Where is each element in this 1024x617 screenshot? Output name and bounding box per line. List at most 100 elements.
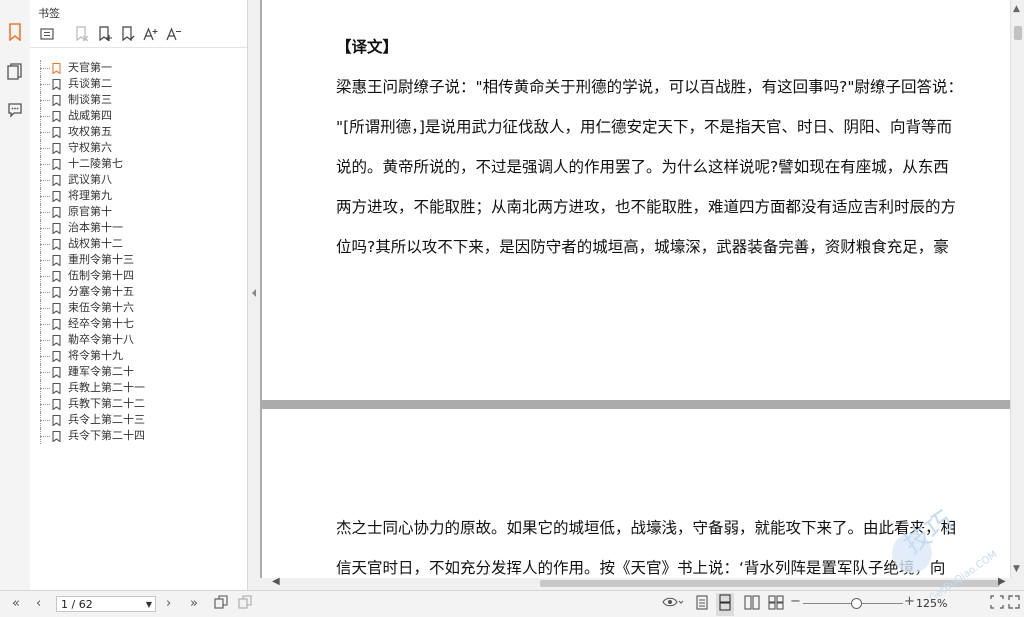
horizontal-scrollbar[interactable]: ◀ ▶ [260,576,1024,590]
bookmark-item[interactable]: 守权第六 [38,140,243,156]
next-page-icon[interactable]: › [166,596,171,611]
bookmark-label: 原官第十 [68,205,112,218]
tree-connector [40,68,50,69]
bookmark-label: 伍制令第十四 [68,269,134,282]
bookmark-item[interactable]: 兵教下第二十二 [38,396,243,412]
bookmark-item[interactable]: 束伍令第十六 [38,300,243,316]
tree-connector [40,308,50,309]
continuous-page-icon[interactable] [716,593,734,616]
bookmark-item[interactable]: 重刑令第十三 [38,252,243,268]
first-page-icon[interactable]: « [12,596,20,611]
scroll-up-icon[interactable]: ▲ [1013,4,1020,14]
scroll-right-icon[interactable]: ▶ [998,576,1006,587]
bookmark-item[interactable]: 治本第十一 [38,220,243,236]
vertical-scroll-thumb[interactable] [1014,26,1022,40]
fullscreen-icon[interactable] [1008,595,1020,613]
last-page-icon[interactable]: » [190,596,198,611]
bookmark-label: 踵军令第二十 [68,365,134,378]
vertical-scrollbar[interactable]: ▲ ▼ [1010,0,1024,578]
status-bar: « ‹ 1 / 62 ▼ › » − + 125% [0,590,1024,617]
bookmark-item[interactable]: 将理第九 [38,188,243,204]
next-view-icon[interactable] [238,595,253,613]
bookmark-item[interactable]: 兵令上第二十三 [38,412,243,428]
bookmark-item[interactable]: 兵谈第二 [38,76,243,92]
read-mode-icon[interactable] [662,595,684,613]
chevron-down-icon[interactable]: ▼ [146,597,152,613]
tree-connector [40,276,50,277]
text-line: 两方进攻，不能取胜；从南北两方进攻，也不能取胜，难道四方面都没有适应吉利时辰的方 [336,198,956,216]
decrease-font-icon[interactable] [165,25,183,43]
page-indicator: 1 / 62 [61,598,93,611]
bookmark-label: 分塞令第十五 [68,285,134,298]
bookmark-label: 武议第八 [68,173,112,186]
bookmark-item[interactable]: 制谈第三 [38,92,243,108]
pages-panel-icon[interactable] [5,62,25,82]
tree-connector [40,116,50,117]
comments-panel-icon[interactable] [5,100,25,120]
bookmark-item[interactable]: 十二陵第七 [38,156,243,172]
bookmark-item[interactable]: 兵教上第二十一 [38,380,243,396]
tree-connector [40,148,50,149]
zoom-in-icon[interactable]: + [904,594,915,609]
two-page-continuous-icon[interactable] [768,595,784,614]
bookmark-item[interactable]: 攻权第五 [38,124,243,140]
bookmarks-divider [30,47,247,48]
previous-page-icon[interactable]: ‹ [36,596,41,611]
zoom-level[interactable]: 125% [916,597,947,610]
bookmark-label: 治本第十一 [68,221,123,234]
bookmark-item[interactable]: 分塞令第十五 [38,284,243,300]
bookmark-label: 勒卒令第十八 [68,333,134,346]
collapse-panel-handle[interactable] [250,287,258,299]
bookmark-item[interactable]: 原官第十 [38,204,243,220]
text-line: 位吗?其所以攻不下来，是因防守者的城垣高，城壕深，武器装备完善，资财粮食充足，豪 [336,238,949,256]
bookmark-item[interactable]: 兵令下第二十四 [38,428,243,444]
scroll-left-icon[interactable]: ◀ [272,576,280,587]
document-view[interactable]: 【译文】 梁惠王问尉缭子说："相传黄命关于刑德的学说，可以百战胜，有这回事吗?"… [260,0,1010,578]
add-bookmark-icon[interactable] [96,25,114,43]
options-menu-icon[interactable] [38,25,56,43]
single-page-icon[interactable] [696,595,708,614]
tree-connector [40,228,50,229]
text-line: "[所谓刑德，]是说用武力征伐敌人，用仁德安定天下，不是指天官、时日、阴阳、向背… [336,118,952,136]
scroll-down-icon[interactable]: ▼ [1013,564,1020,574]
bookmark-label: 经卒令第十七 [68,317,134,330]
bookmark-item[interactable]: 踵军令第二十 [38,364,243,380]
delete-bookmark-icon[interactable] [73,25,91,43]
bookmark-item[interactable]: 勒卒令第十八 [38,332,243,348]
page-number-input[interactable]: 1 / 62 ▼ [56,596,156,612]
tree-connector [40,388,50,389]
bookmark-properties-icon[interactable] [119,25,137,43]
increase-font-icon[interactable] [142,25,160,43]
bookmark-label: 守权第六 [68,141,112,154]
bookmark-label: 兵谈第二 [68,77,112,90]
bookmark-item[interactable]: 经卒令第十七 [38,316,243,332]
bookmark-item[interactable]: 战威第四 [38,108,243,124]
text-line: 杰之士同心协力的原故。如果它的城垣低，战壕浅，守备弱，就能攻下来了。由此看来，相 [336,519,956,537]
tree-connector [40,244,50,245]
tree-connector [40,260,50,261]
tree-connector [40,356,50,357]
text-line: 梁惠王问尉缭子说："相传黄命关于刑德的学说，可以百战胜，有这回事吗?"尉缭子回答… [336,78,956,96]
tree-connector [40,180,50,181]
horizontal-scroll-thumb[interactable] [540,580,1000,587]
bookmark-item[interactable]: 天官第一 [38,60,243,76]
bookmark-item[interactable]: 将令第十九 [38,348,243,364]
page-1-text: 梁惠王问尉缭子说："相传黄命关于刑德的学说，可以百战胜，有这回事吗?"尉缭子回答… [336,67,956,267]
bookmark-item[interactable]: 战权第十二 [38,236,243,252]
bookmarks-panel-title: 书签 [38,7,60,20]
tree-connector [40,164,50,165]
bookmark-item[interactable]: 伍制令第十四 [38,268,243,284]
bookmark-label: 攻权第五 [68,125,112,138]
page-2-text: 杰之士同心协力的原故。如果它的城垣低，战壕浅，守备弱，就能攻下来了。由此看来，相… [336,508,956,578]
tree-connector [40,404,50,405]
previous-view-icon[interactable] [214,595,229,613]
zoom-out-icon[interactable]: − [790,594,801,609]
bookmark-panel-icon[interactable] [5,22,25,42]
tree-connector [40,196,50,197]
tree-connector [40,436,50,437]
bookmark-item[interactable]: 武议第八 [38,172,243,188]
two-page-icon[interactable] [744,595,760,614]
zoom-slider-thumb[interactable] [851,598,862,609]
bookmark-icon [52,430,61,447]
fit-page-icon[interactable] [990,595,1004,613]
